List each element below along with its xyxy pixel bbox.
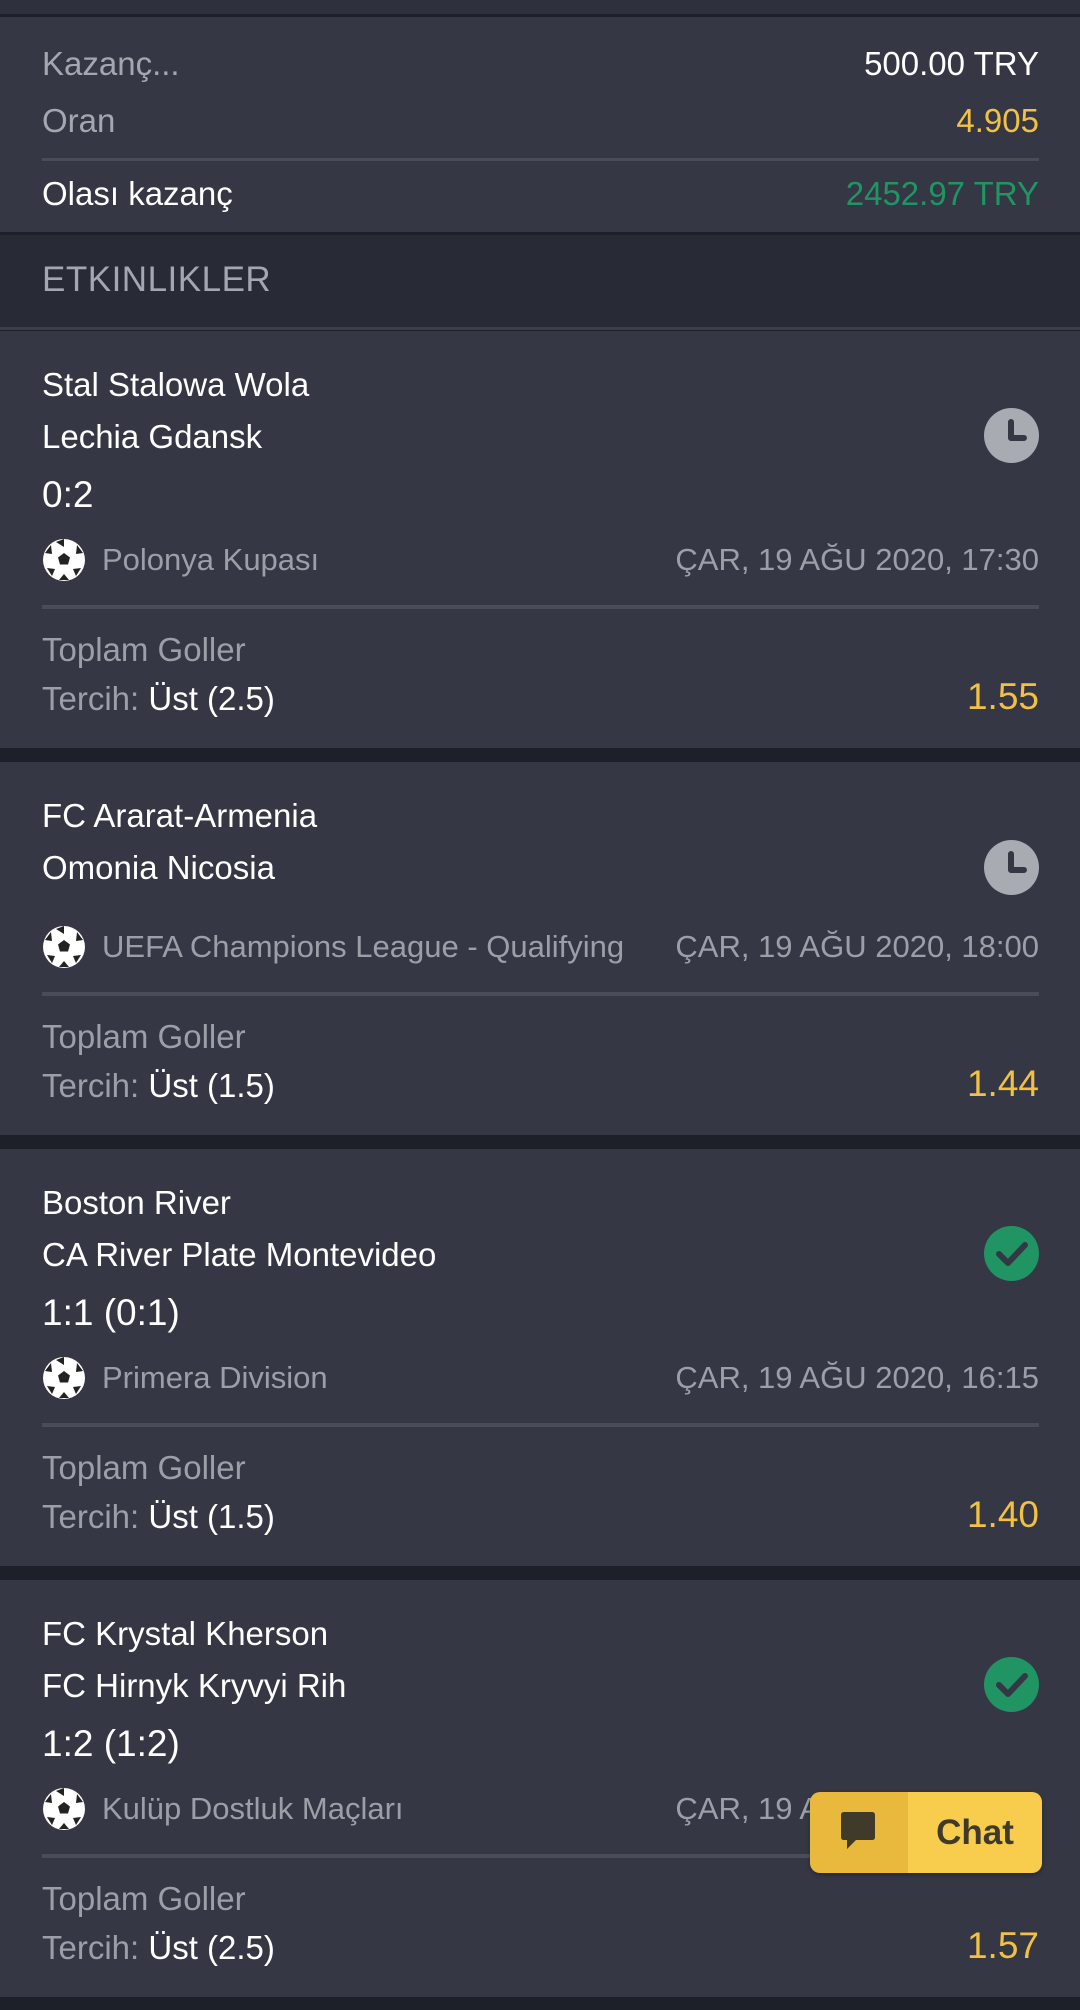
- market-name: Toplam Goller: [42, 631, 246, 668]
- football-icon: [43, 926, 85, 968]
- event-card[interactable]: Stal Stalowa Wola Lechia Gdansk 0:2 Polo…: [0, 331, 1080, 748]
- pick-label: Tercih:: [42, 1067, 140, 1104]
- chat-icon-area[interactable]: [810, 1792, 908, 1873]
- chat-button[interactable]: Chat: [810, 1792, 1042, 1873]
- team-away: FC Hirnyk Kryvyi Rih: [42, 1667, 347, 1704]
- football-icon: [43, 1357, 85, 1399]
- team-away: Omonia Nicosia: [42, 849, 275, 886]
- event-card[interactable]: FC Krystal Kherson FC Hirnyk Kryvyi Rih …: [0, 1580, 1080, 1997]
- top-divider: [0, 0, 1080, 14]
- market-name: Toplam Goller: [42, 1018, 246, 1055]
- league-name: Primera Division: [102, 1360, 328, 1395]
- check-icon: [984, 1657, 1039, 1712]
- football-icon: [43, 539, 85, 581]
- odds-row: Oran 4.905: [42, 102, 1039, 140]
- event-card[interactable]: Boston River CA River Plate Montevideo 1…: [0, 1149, 1080, 1566]
- stake-value: 500.00 TRY: [864, 45, 1039, 82]
- card-divider: [42, 1423, 1039, 1427]
- clock-icon: [984, 408, 1039, 463]
- team-home: FC Ararat-Armenia: [42, 797, 318, 834]
- chat-bubble-icon: [841, 1812, 875, 1849]
- match-date: ÇAR, 19 AĞU 2020, 17:30: [675, 542, 1039, 577]
- team-home: Boston River: [42, 1184, 231, 1221]
- pick-value: Üst (1.5): [148, 1067, 275, 1104]
- card-divider: [42, 605, 1039, 609]
- card-divider: [42, 992, 1039, 996]
- team-home: Stal Stalowa Wola: [42, 366, 310, 403]
- football-icon: [43, 1788, 85, 1830]
- match-score: 1:1 (0:1): [42, 1292, 180, 1333]
- league-row: Polonya Kupası ÇAR, 19 AĞU 2020, 17:30: [42, 537, 1039, 583]
- team-away: Lechia Gdansk: [42, 418, 263, 455]
- odd-value: 1.55: [966, 676, 1039, 717]
- pick-value: Üst (2.5): [148, 1929, 275, 1966]
- match-score: 0:2: [42, 474, 94, 515]
- odd-value: 1.57: [966, 1925, 1039, 1966]
- market-name: Toplam Goller: [42, 1449, 246, 1486]
- team-home: FC Krystal Kherson: [42, 1615, 329, 1652]
- odds-label: Oran: [42, 102, 116, 139]
- odd-value: 1.40: [966, 1494, 1039, 1535]
- match-score: 1:2 (1:2): [42, 1723, 180, 1764]
- odd-value: 1.44: [966, 1063, 1039, 1104]
- bet-summary: Kazanç... 500.00 TRY Oran 4.905 Olası ka…: [0, 17, 1080, 232]
- league-name: UEFA Champions League - Qualifying: [102, 929, 625, 964]
- summary-divider: [42, 158, 1039, 161]
- league-name: Kulüp Dostluk Maçları: [102, 1791, 404, 1826]
- events-header-title: ETKINLIKLER: [42, 260, 272, 299]
- market-name: Toplam Goller: [42, 1880, 246, 1917]
- clock-icon: [984, 840, 1039, 895]
- check-icon: [984, 1226, 1039, 1281]
- pick-label: Tercih:: [42, 1498, 140, 1535]
- league-row: Primera Division ÇAR, 19 AĞU 2020, 16:15: [42, 1355, 1039, 1401]
- match-date: ÇAR, 19 AĞU 2020, 18:00: [675, 929, 1039, 964]
- pick-row: Tercih: Üst (2.5): [42, 1929, 275, 1967]
- match-date: ÇAR, 19 AĞU 2020, 16:15: [675, 1360, 1039, 1395]
- team-away: CA River Plate Montevideo: [42, 1236, 437, 1273]
- league-row: UEFA Champions League - Qualifying ÇAR, …: [42, 924, 1039, 970]
- league-name: Polonya Kupası: [102, 542, 320, 577]
- pick-label: Tercih:: [42, 1929, 140, 1966]
- events-section-header: ETKINLIKLER: [0, 235, 1080, 330]
- total-odds-value: 4.905: [956, 102, 1039, 139]
- potential-win-label: Olası kazanç: [42, 175, 233, 212]
- potential-win-row: Olası kazanç 2452.97 TRY: [42, 175, 1039, 213]
- pick-value: Üst (1.5): [148, 1498, 275, 1535]
- pick-value: Üst (2.5): [148, 680, 275, 717]
- stake-row: Kazanç... 500.00 TRY: [42, 45, 1039, 83]
- stake-label: Kazanç...: [42, 45, 180, 82]
- event-card[interactable]: FC Ararat-Armenia Omonia Nicosia UEFA Ch…: [0, 762, 1080, 1135]
- pick-row: Tercih: Üst (1.5): [42, 1498, 275, 1536]
- potential-win-value: 2452.97 TRY: [845, 175, 1039, 212]
- pick-row: Tercih: Üst (2.5): [42, 680, 275, 718]
- pick-row: Tercih: Üst (1.5): [42, 1067, 275, 1105]
- chat-label[interactable]: Chat: [908, 1792, 1042, 1873]
- pick-label: Tercih:: [42, 680, 140, 717]
